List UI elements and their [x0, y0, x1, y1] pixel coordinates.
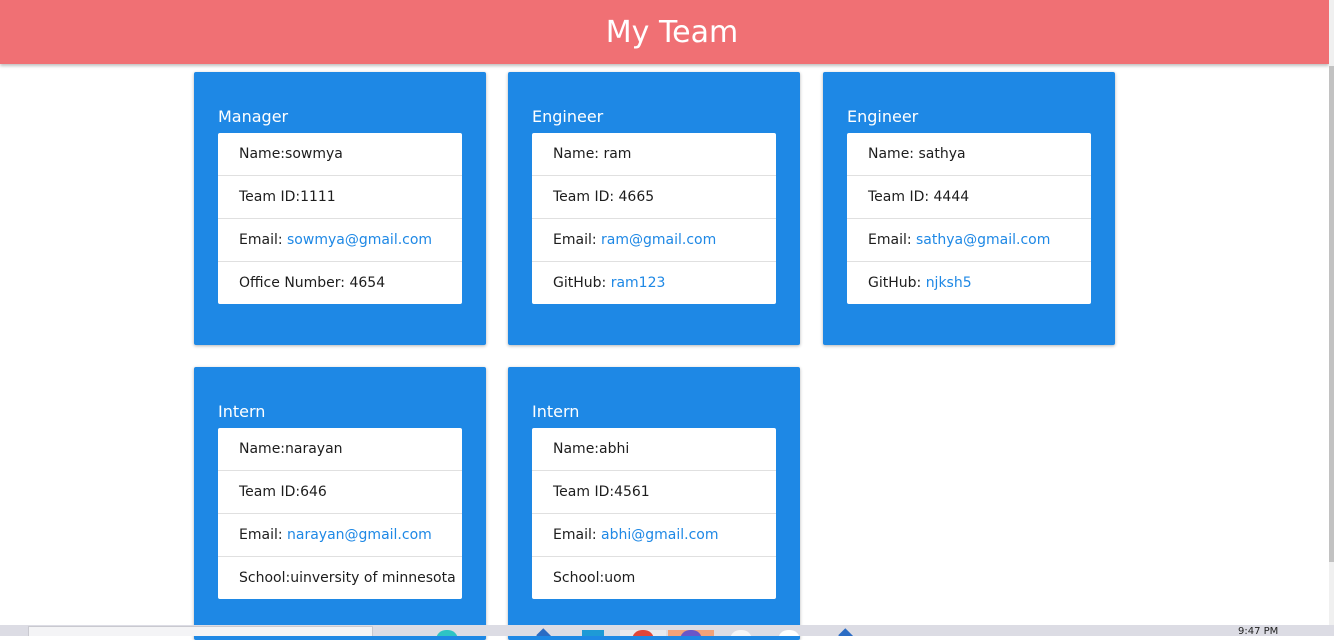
employee-card-engineer: Engineer Name: sathya Team ID: 4444 Emai… — [823, 72, 1115, 345]
email-label: Email: — [239, 232, 288, 248]
employee-card-intern: Intern Name:abhi Team ID:4561 Email: abh… — [508, 367, 800, 640]
name-text: Name: sathya — [868, 146, 966, 162]
github-link[interactable]: ram123 — [611, 275, 666, 291]
employee-card-intern: Intern Name:narayan Team ID:646 Email: n… — [194, 367, 486, 640]
card-role-title: Intern — [532, 402, 580, 421]
team-id-text: Team ID:1111 — [239, 189, 336, 205]
github-label: GitHub: — [553, 275, 611, 291]
employee-card-engineer: Engineer Name: ram Team ID: 4665 Email: … — [508, 72, 800, 345]
scrollbar-thumb[interactable] — [1329, 66, 1334, 562]
name-item: Name: sathya — [847, 133, 1091, 176]
card-role-title: Manager — [218, 107, 289, 126]
email-link[interactable]: narayan@gmail.com — [287, 527, 432, 543]
card-details-list: Name:sowmya Team ID:1111 Email: sowmya@g… — [218, 133, 462, 304]
card-role-title: Intern — [218, 402, 266, 421]
team-id-item: Team ID:646 — [218, 471, 462, 514]
taskbar-clock: 9:47 PM — [1238, 626, 1279, 637]
vertical-scrollbar[interactable] — [1329, 0, 1334, 625]
team-id-item: Team ID: 4665 — [532, 176, 776, 219]
team-id-text: Team ID: 4665 — [553, 189, 655, 205]
name-text: Name:sowmya — [239, 146, 343, 162]
email-label: Email: — [239, 527, 288, 543]
team-id-text: Team ID:4561 — [553, 484, 650, 500]
school-item: School:uom — [532, 557, 776, 599]
github-item: GitHub: njksh5 — [847, 262, 1091, 304]
office-number-text: Office Number: 4654 — [239, 275, 386, 291]
taskbar-search-box[interactable] — [28, 626, 373, 636]
email-label: Email: — [553, 232, 602, 248]
email-item: Email: sowmya@gmail.com — [218, 219, 462, 262]
school-text: School:uinversity of minnesota — [239, 570, 456, 586]
email-link[interactable]: ram@gmail.com — [601, 232, 716, 248]
email-item: Email: narayan@gmail.com — [218, 514, 462, 557]
name-item: Name:sowmya — [218, 133, 462, 176]
page-header: My Team — [0, 0, 1329, 64]
taskbar: 9:47 PM — [0, 625, 1334, 636]
taskbar-app-icon[interactable] — [536, 628, 552, 636]
card-details-list: Name: sathya Team ID: 4444 Email: sathya… — [847, 133, 1091, 304]
page-title: My Team — [605, 14, 739, 50]
email-link[interactable]: abhi@gmail.com — [601, 527, 718, 543]
card-role-title: Engineer — [847, 107, 919, 126]
team-id-item: Team ID:4561 — [532, 471, 776, 514]
email-label: Email: — [868, 232, 917, 248]
team-id-text: Team ID:646 — [239, 484, 327, 500]
team-id-item: Team ID:1111 — [218, 176, 462, 219]
email-item: Email: sathya@gmail.com — [847, 219, 1091, 262]
github-link[interactable]: njksh5 — [926, 275, 972, 291]
name-text: Name:narayan — [239, 441, 343, 457]
github-label: GitHub: — [868, 275, 926, 291]
card-details-list: Name:narayan Team ID:646 Email: narayan@… — [218, 428, 462, 599]
name-item: Name:abhi — [532, 428, 776, 471]
taskbar-app-icon[interactable] — [778, 630, 800, 636]
school-text: School:uom — [553, 570, 636, 586]
taskbar-app-icon[interactable] — [582, 630, 604, 636]
taskbar-app-icon[interactable] — [730, 630, 752, 636]
email-link[interactable]: sathya@gmail.com — [916, 232, 1050, 248]
name-text: Name:abhi — [553, 441, 630, 457]
name-text: Name: ram — [553, 146, 632, 162]
taskbar-app-icon[interactable] — [436, 630, 458, 636]
team-id-item: Team ID: 4444 — [847, 176, 1091, 219]
name-item: Name: ram — [532, 133, 776, 176]
taskbar-app-icon[interactable] — [838, 628, 854, 636]
school-item: School:uinversity of minnesota — [218, 557, 462, 599]
email-item: Email: abhi@gmail.com — [532, 514, 776, 557]
github-item: GitHub: ram123 — [532, 262, 776, 304]
team-id-text: Team ID: 4444 — [868, 189, 970, 205]
email-item: Email: ram@gmail.com — [532, 219, 776, 262]
card-details-list: Name: ram Team ID: 4665 Email: ram@gmail… — [532, 133, 776, 304]
office-number-item: Office Number: 4654 — [218, 262, 462, 304]
name-item: Name:narayan — [218, 428, 462, 471]
employee-card-manager: Manager Name:sowmya Team ID:1111 Email: … — [194, 72, 486, 345]
email-link[interactable]: sowmya@gmail.com — [287, 232, 432, 248]
card-details-list: Name:abhi Team ID:4561 Email: abhi@gmail… — [532, 428, 776, 599]
card-role-title: Engineer — [532, 107, 604, 126]
email-label: Email: — [553, 527, 602, 543]
